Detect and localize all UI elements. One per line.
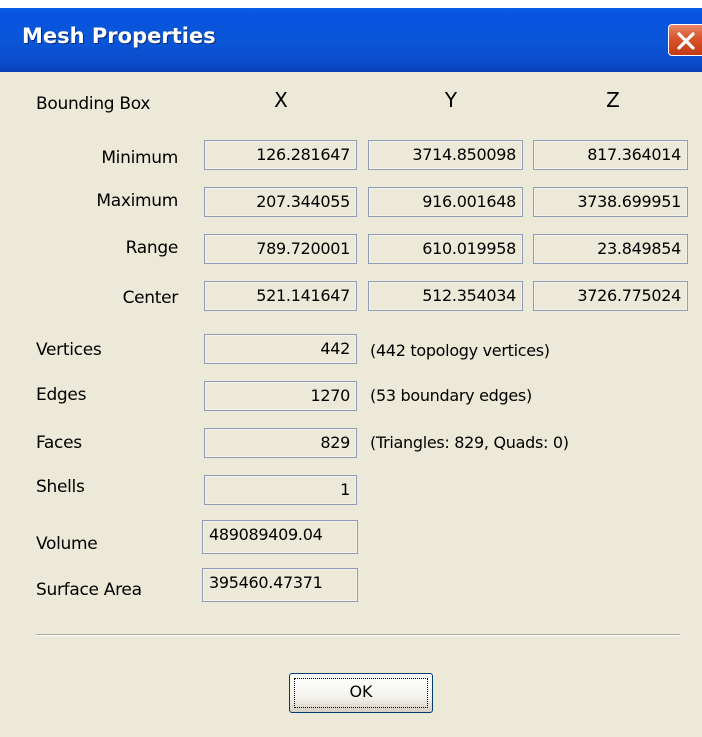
maximum-label: Maximum [96, 191, 178, 211]
volume-field[interactable]: 489089409.04 [202, 520, 358, 554]
close-button[interactable] [668, 24, 702, 56]
shells-label: Shells [36, 477, 85, 497]
surface-area-field[interactable]: 395460.47371 [202, 568, 358, 602]
ok-button-label: OK [349, 682, 373, 701]
center-y-field[interactable]: 512.354034 [368, 281, 523, 311]
edges-field[interactable]: 1270 [204, 381, 357, 411]
range-y-field[interactable]: 610.019958 [368, 234, 523, 264]
mesh-properties-dialog: Mesh Properties Bounding Box X Y Z Minim… [0, 8, 702, 737]
surface-area-label: Surface Area [36, 580, 142, 600]
center-label: Center [122, 288, 179, 308]
range-z-field[interactable]: 23.849854 [533, 234, 688, 264]
center-x-field[interactable]: 521.141647 [204, 281, 357, 311]
vertices-label: Vertices [36, 340, 102, 360]
bounding-box-label: Bounding Box [36, 94, 151, 114]
window-title: Mesh Properties [22, 24, 216, 48]
faces-field[interactable]: 829 [204, 428, 357, 458]
vertices-field[interactable]: 442 [204, 334, 357, 364]
faces-label: Faces [36, 433, 82, 453]
axis-y-header: Y [444, 88, 458, 112]
ok-button[interactable]: OK [289, 673, 433, 713]
minimum-z-field[interactable]: 817.364014 [533, 140, 688, 170]
axis-z-header: Z [606, 88, 620, 112]
minimum-x-field[interactable]: 126.281647 [204, 140, 357, 170]
maximum-y-field[interactable]: 916.001648 [368, 187, 523, 217]
maximum-z-field[interactable]: 3738.699951 [533, 187, 688, 217]
minimum-y-field[interactable]: 3714.850098 [368, 140, 523, 170]
maximum-x-field[interactable]: 207.344055 [204, 187, 357, 217]
volume-label: Volume [36, 534, 98, 554]
edges-label: Edges [36, 385, 87, 405]
vertices-note: (442 topology vertices) [370, 341, 550, 360]
range-x-field[interactable]: 789.720001 [204, 234, 357, 264]
faces-note: (Triangles: 829, Quads: 0) [370, 433, 569, 452]
shells-field[interactable]: 1 [204, 475, 357, 505]
minimum-label: Minimum [101, 148, 178, 168]
edges-note: (53 boundary edges) [370, 386, 532, 405]
range-label: Range [125, 238, 179, 258]
title-bar[interactable]: Mesh Properties [0, 8, 702, 72]
axis-x-header: X [274, 88, 288, 112]
close-icon [677, 32, 695, 50]
separator [36, 634, 680, 636]
center-z-field[interactable]: 3726.775024 [533, 281, 688, 311]
